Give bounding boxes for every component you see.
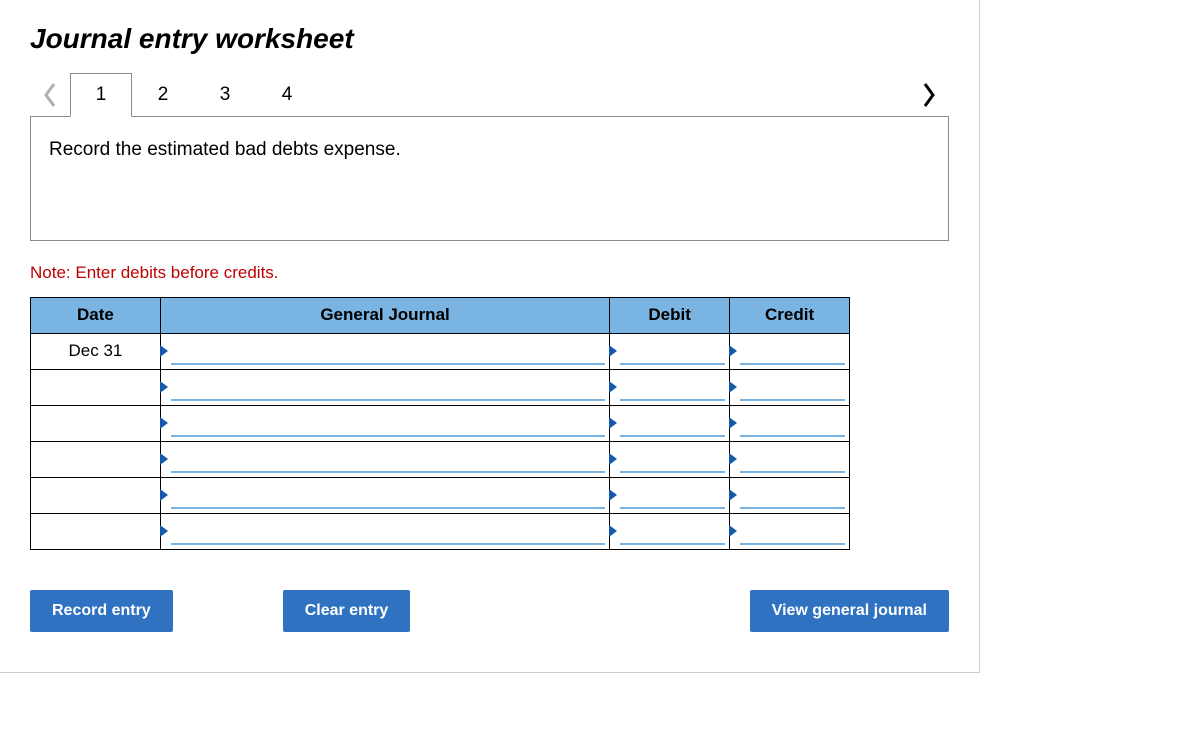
debit-cell[interactable]: [610, 405, 730, 441]
clear-entry-button[interactable]: Clear entry: [283, 590, 411, 632]
date-cell[interactable]: [31, 441, 161, 477]
gj-cell[interactable]: [160, 333, 609, 369]
note-text: Note: Enter debits before credits.: [30, 263, 949, 283]
page-title: Journal entry worksheet: [30, 24, 949, 55]
table-row: Dec 31: [31, 333, 850, 369]
worksheet-panel: Journal entry worksheet 1 2 3 4 Record t…: [0, 0, 980, 673]
table-row: [31, 477, 850, 513]
debit-cell[interactable]: [610, 513, 730, 549]
table-row: [31, 369, 850, 405]
tab-bar: 1 2 3 4: [30, 73, 949, 117]
gj-cell[interactable]: [160, 441, 609, 477]
date-cell[interactable]: [31, 513, 161, 549]
credit-cell[interactable]: [730, 513, 850, 549]
debit-cell[interactable]: [610, 333, 730, 369]
next-arrow[interactable]: [909, 82, 949, 108]
table-row: [31, 405, 850, 441]
chevron-right-icon: [921, 82, 937, 108]
gj-cell[interactable]: [160, 369, 609, 405]
date-cell[interactable]: [31, 369, 161, 405]
credit-cell[interactable]: [730, 369, 850, 405]
date-cell[interactable]: [31, 477, 161, 513]
col-debit-header: Debit: [610, 297, 730, 333]
gj-cell[interactable]: [160, 405, 609, 441]
table-row: [31, 441, 850, 477]
tab-4[interactable]: 4: [256, 73, 318, 117]
date-cell[interactable]: Dec 31: [31, 333, 161, 369]
credit-cell[interactable]: [730, 333, 850, 369]
prev-arrow[interactable]: [30, 82, 70, 108]
col-credit-header: Credit: [730, 297, 850, 333]
gj-cell[interactable]: [160, 477, 609, 513]
record-entry-button[interactable]: Record entry: [30, 590, 173, 632]
debit-cell[interactable]: [610, 477, 730, 513]
debit-cell[interactable]: [610, 369, 730, 405]
credit-cell[interactable]: [730, 405, 850, 441]
view-general-journal-button[interactable]: View general journal: [750, 590, 949, 632]
journal-table: Date General Journal Debit Credit Dec 31: [30, 297, 850, 550]
button-row: Record entry Clear entry View general jo…: [30, 590, 949, 632]
tab-2[interactable]: 2: [132, 73, 194, 117]
tab-1[interactable]: 1: [70, 73, 132, 117]
col-gj-header: General Journal: [160, 297, 609, 333]
instruction-box: Record the estimated bad debts expense.: [30, 116, 949, 241]
chevron-left-icon: [42, 82, 58, 108]
tab-3[interactable]: 3: [194, 73, 256, 117]
credit-cell[interactable]: [730, 477, 850, 513]
date-cell[interactable]: [31, 405, 161, 441]
table-row: [31, 513, 850, 549]
debit-cell[interactable]: [610, 441, 730, 477]
col-date-header: Date: [31, 297, 161, 333]
credit-cell[interactable]: [730, 441, 850, 477]
gj-cell[interactable]: [160, 513, 609, 549]
